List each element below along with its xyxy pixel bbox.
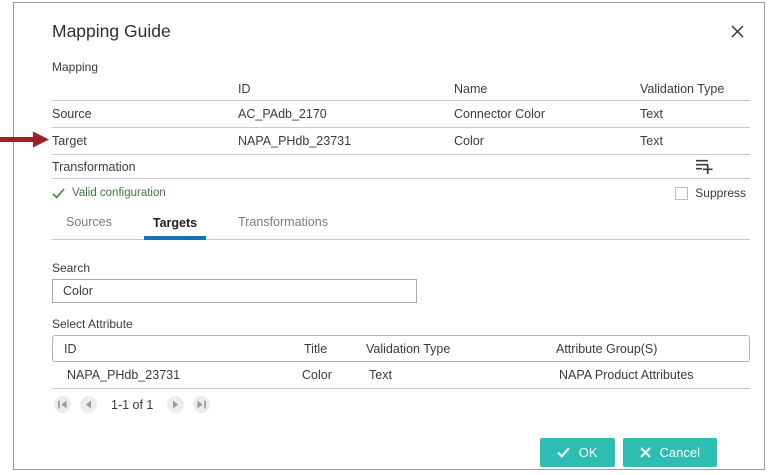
valid-configuration-status: Valid configuration [52,187,166,199]
transformation-row-label: Transformation [52,160,136,174]
attribute-table: ID Title Validation Type Attribute Group… [52,335,750,389]
mapping-col-name: Name [454,82,640,96]
next-page-button[interactable] [167,396,184,413]
next-page-icon [171,400,180,409]
previous-page-button[interactable] [80,396,97,413]
attribute-table-header: ID Title Validation Type Attribute Group… [52,335,750,362]
valid-configuration-label: Valid configuration [72,187,166,199]
target-row-label: Target [52,134,238,148]
previous-page-icon [84,400,93,409]
cancel-x-icon [640,447,651,458]
attr-col-validation-type: Validation Type [366,342,556,356]
target-validation-type: Text [640,134,750,148]
mapping-section-label: Mapping [52,60,750,74]
mapping-source-row: Source AC_PAdb_2170 Connector Color Text [52,101,750,128]
status-line: Valid configuration Suppress [52,186,750,200]
mapping-guide-dialog: Mapping Guide Mapping ID Name Validation… [13,2,765,470]
add-transformation-button[interactable] [696,159,714,175]
source-row-label: Source [52,107,238,121]
attr-col-group: Attribute Group(S) [556,342,749,356]
cancel-button[interactable]: Cancel [623,438,717,467]
suppress-label: Suppress [695,186,746,200]
add-to-list-icon [696,159,714,175]
source-id: AC_PAdb_2170 [238,107,454,121]
check-icon [52,188,65,199]
dialog-title: Mapping Guide [52,21,750,42]
close-button[interactable] [728,22,746,40]
search-input[interactable] [52,279,417,303]
attr-col-title: Title [304,342,366,356]
source-name: Connector Color [454,107,640,121]
mapping-col-id: ID [238,82,454,96]
pagination: 1-1 of 1 [52,396,750,413]
first-page-button[interactable] [54,396,71,413]
last-page-icon [196,400,207,409]
screen: Mapping Guide Mapping ID Name Validation… [0,0,769,475]
attr-row-group: NAPA Product Attributes [559,368,750,382]
mapping-col-validation-type: Validation Type [640,82,750,96]
dialog-footer: OK Cancel [52,438,750,467]
target-name: Color [454,134,640,148]
cancel-button-label: Cancel [660,445,700,460]
suppress-option: Suppress [675,186,746,200]
last-page-button[interactable] [193,396,210,413]
mapping-transformation-row: Transformation [52,155,750,179]
ok-button-label: OK [579,445,598,460]
mapping-target-row: Target NAPA_PHdb_23731 Color Text [52,128,750,155]
select-attribute-label: Select Attribute [52,317,750,331]
tab-targets[interactable]: Targets [144,216,206,240]
tab-sources[interactable]: Sources [57,215,121,239]
attr-row-validation-type: Text [369,368,559,382]
annotation-arrow-icon [0,131,50,148]
dialog-header: Mapping Guide [52,21,750,42]
search-label: Search [52,261,750,275]
ok-check-icon [557,447,570,458]
ok-button[interactable]: OK [540,438,615,467]
first-page-icon [57,400,68,409]
pagination-text: 1-1 of 1 [111,398,153,412]
attr-row-title: Color [302,368,369,382]
mapping-table: ID Name Validation Type Source AC_PAdb_2… [52,78,750,179]
attr-row-id: NAPA_PHdb_23731 [67,368,307,382]
target-id: NAPA_PHdb_23731 [238,134,454,148]
attr-col-id: ID [64,342,304,356]
close-icon [731,25,744,38]
source-validation-type: Text [640,107,750,121]
attribute-row[interactable]: NAPA_PHdb_23731 Color Text NAPA Product … [52,362,750,389]
tab-transformations[interactable]: Transformations [229,215,337,239]
suppress-checkbox[interactable] [675,187,688,200]
mapping-table-header: ID Name Validation Type [52,78,750,101]
tab-bar: Sources Targets Transformations [52,215,750,240]
